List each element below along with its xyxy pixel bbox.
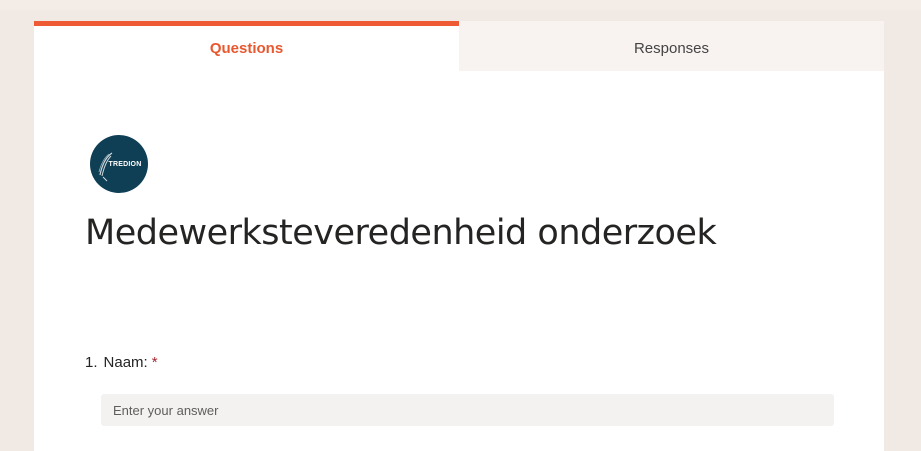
tab-responses[interactable]: Responses — [459, 21, 884, 71]
tredion-logo: TREDION — [90, 135, 148, 193]
logo-text: TREDION — [108, 160, 142, 168]
tab-responses-label: Responses — [633, 40, 710, 57]
form-card: Questions Responses TREDION Medewerkstev… — [34, 21, 884, 451]
answer-input[interactable] — [101, 394, 834, 426]
top-strip — [0, 0, 921, 10]
tab-questions[interactable]: Questions — [34, 21, 459, 71]
question-item: 1. Naam: * — [85, 354, 158, 371]
question-number: 1. — [85, 354, 98, 371]
question-label-group: Naam: * — [104, 354, 158, 371]
tab-questions-label: Questions — [209, 40, 284, 57]
required-asterisk: * — [151, 354, 158, 371]
form-title: Medewerksteveredenheid onderzoek — [85, 213, 717, 253]
question-label: Naam: — [103, 354, 148, 371]
tab-bar: Questions Responses — [34, 21, 884, 71]
page: Questions Responses TREDION Medewerkstev… — [0, 0, 921, 451]
